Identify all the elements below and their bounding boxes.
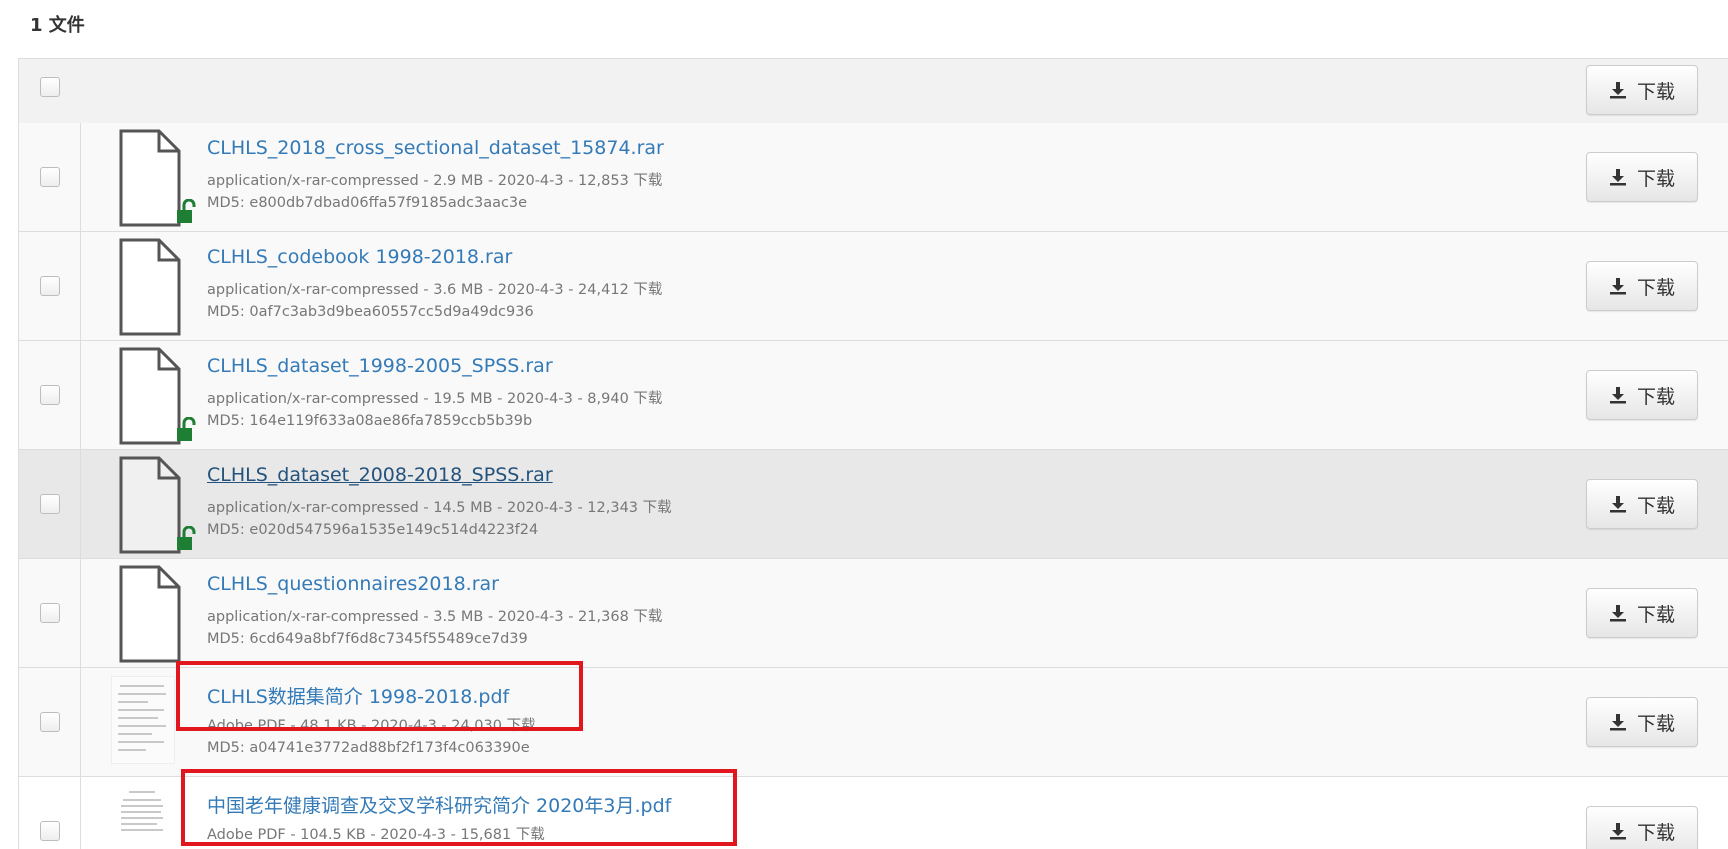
download-label: 下载 <box>1636 385 1675 408</box>
row-checkbox[interactable] <box>40 385 60 405</box>
table-row: CLHLS_dataset_1998-2005_SPSS.rar applica… <box>19 341 1728 450</box>
download-icon <box>1609 823 1626 840</box>
file-meta: Adobe PDF - 48.1 KB - 2020-4-3 - 24,030 … <box>207 718 536 734</box>
row-checkbox[interactable] <box>40 167 60 187</box>
download-button[interactable]: 下载 <box>1586 588 1698 638</box>
file-name-link[interactable]: CLHLS数据集简介 1998-2018.pdf <box>207 682 509 709</box>
file-name-link[interactable]: CLHLS_dataset_2008-2018_SPSS.rar <box>207 464 553 486</box>
file-name-link[interactable]: CLHLS_codebook 1998-2018.rar <box>207 246 512 268</box>
file-md5: MD5: 164e119f633a08ae86fa7859ccb5b39b <box>207 413 533 429</box>
download-label: 下载 <box>1636 276 1675 299</box>
download-selected-label: 下载 <box>1636 80 1675 103</box>
row-checkbox[interactable] <box>40 603 60 623</box>
column-divider <box>80 341 81 449</box>
table-row: CLHLS_codebook 1998-2018.rar application… <box>19 232 1728 341</box>
download-icon <box>1609 714 1626 731</box>
file-md5: MD5: e020d547596a1535e149c514d4223f24 <box>207 522 539 538</box>
table-row: CLHLS_dataset_2008-2018_SPSS.rar applica… <box>19 450 1728 559</box>
file-name-link[interactable]: CLHLS_questionnaires2018.rar <box>207 573 499 595</box>
column-divider <box>80 668 81 776</box>
file-meta: application/x-rar-compressed - 14.5 MB -… <box>207 500 672 516</box>
row-checkbox[interactable] <box>40 494 60 514</box>
column-divider <box>80 123 81 231</box>
file-meta: application/x-rar-compressed - 2.9 MB - … <box>207 173 663 189</box>
table-header-row: 下载 <box>19 59 1728 124</box>
row-checkbox[interactable] <box>40 712 60 732</box>
file-meta: application/x-rar-compressed - 19.5 MB -… <box>207 391 663 407</box>
pdf-thumbnail <box>111 785 173 849</box>
table-row: CLHLS_2018_cross_sectional_dataset_15874… <box>19 123 1728 232</box>
file-md5: MD5: 0af7c3ab3d9bea60557cc5d9a49dc936 <box>207 304 534 320</box>
pdf-thumbnail <box>111 676 175 764</box>
table-row: 中国老年健康调查及交叉学科研究简介 2020年3月.pdf Adobe PDF … <box>19 777 1728 849</box>
download-button[interactable]: 下载 <box>1586 152 1698 202</box>
download-icon <box>1609 387 1626 404</box>
download-label: 下载 <box>1636 603 1675 626</box>
file-name-link[interactable]: CLHLS_dataset_1998-2005_SPSS.rar <box>207 355 553 377</box>
select-all-checkbox[interactable] <box>40 77 60 97</box>
download-label: 下载 <box>1636 167 1675 190</box>
file-md5: MD5: 6cd649a8bf7f6d8c7345f55489ce7d39 <box>207 631 528 647</box>
download-label: 下载 <box>1636 821 1675 844</box>
file-icon <box>119 565 181 663</box>
file-meta: application/x-rar-compressed - 3.5 MB - … <box>207 609 663 625</box>
download-button[interactable]: 下载 <box>1586 806 1698 849</box>
download-icon <box>1609 605 1626 622</box>
column-divider <box>80 559 81 667</box>
download-icon <box>1609 82 1626 99</box>
file-md5: MD5: e800db7dbad06ffa57f9185adc3aac3e <box>207 195 528 211</box>
unlocked-icon <box>177 199 196 223</box>
file-name-link[interactable]: 中国老年健康调查及交叉学科研究简介 2020年3月.pdf <box>207 791 671 818</box>
download-icon <box>1609 278 1626 295</box>
column-divider <box>80 450 81 558</box>
unlocked-icon <box>177 417 196 441</box>
file-md5: MD5: a04741e3772ad88bf2f173f4c063390e <box>207 740 530 756</box>
download-button[interactable]: 下载 <box>1586 370 1698 420</box>
download-label: 下载 <box>1636 712 1675 735</box>
download-icon <box>1609 496 1626 513</box>
file-meta: Adobe PDF - 104.5 KB - 2020-4-3 - 15,681… <box>207 827 545 843</box>
table-row: CLHLS_questionnaires2018.rar application… <box>19 559 1728 668</box>
file-count-title: 1 文件 <box>30 15 85 36</box>
row-checkbox[interactable] <box>40 276 60 296</box>
download-button[interactable]: 下载 <box>1586 261 1698 311</box>
file-meta: application/x-rar-compressed - 3.6 MB - … <box>207 282 663 298</box>
row-checkbox[interactable] <box>40 821 60 841</box>
file-name-link[interactable]: CLHLS_2018_cross_sectional_dataset_15874… <box>207 137 664 159</box>
table-row: CLHLS数据集简介 1998-2018.pdf Adobe PDF - 48.… <box>19 668 1728 777</box>
unlocked-icon <box>177 526 196 550</box>
download-label: 下载 <box>1636 494 1675 517</box>
column-divider <box>80 777 81 849</box>
download-icon <box>1609 169 1626 186</box>
column-divider <box>80 232 81 340</box>
download-button[interactable]: 下载 <box>1586 479 1698 529</box>
download-selected-button[interactable]: 下载 <box>1586 65 1698 115</box>
download-button[interactable]: 下载 <box>1586 697 1698 747</box>
file-icon <box>119 238 181 336</box>
file-table: 下载 CLHLS_2018_cross_sectional_dataset_15… <box>18 58 1728 849</box>
